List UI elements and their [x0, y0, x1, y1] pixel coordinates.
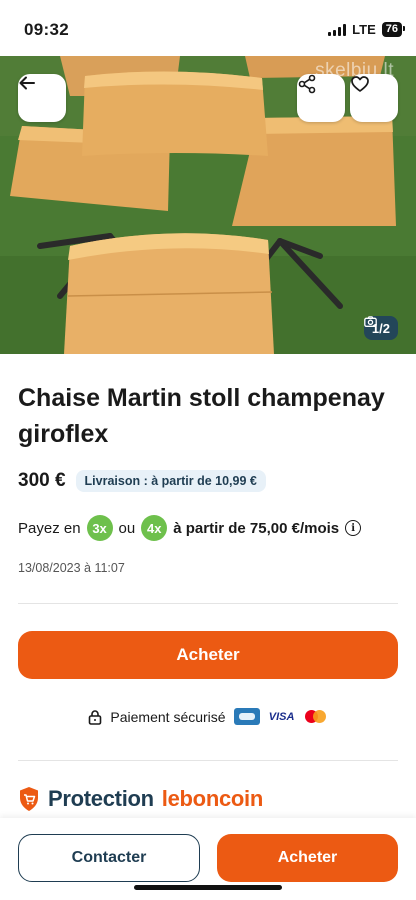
installments-conjunction: ou: [118, 519, 136, 537]
cb-card-icon: [233, 708, 260, 725]
share-icon: [298, 74, 316, 94]
status-indicators: LTE 76: [328, 22, 406, 37]
listing-title: Chaise Martin stoll champenay giroflex: [18, 384, 385, 448]
share-button[interactable]: [297, 74, 345, 122]
buy-button[interactable]: Acheter: [18, 631, 398, 679]
installments-row[interactable]: Payez en 3x ou 4x à partir de 75,00 €/mo…: [18, 515, 362, 541]
home-indicator[interactable]: [134, 885, 282, 890]
visa-logo: VISA: [268, 710, 295, 723]
installment-3x-badge: 3x: [86, 515, 113, 541]
protection-label: Protection: [48, 786, 154, 811]
mastercard-icon: [304, 709, 328, 725]
signal-icon: [328, 23, 347, 36]
status-bar: 09:32 LTE 76: [0, 0, 416, 56]
info-icon[interactable]: i: [345, 520, 362, 536]
shield-cart-icon: [20, 787, 38, 811]
network-label: LTE: [352, 22, 376, 37]
camera-icon: [364, 316, 377, 327]
price: 300 €: [18, 470, 66, 491]
secure-payment-row: Paiement sécurisé VISA: [0, 708, 416, 725]
back-button[interactable]: [18, 74, 66, 122]
divider: [18, 603, 398, 604]
divider: [18, 760, 398, 761]
installment-4x-badge: 4x: [141, 515, 168, 541]
secure-payment-label: Paiement sécurisé: [110, 708, 226, 725]
lock-icon: [89, 709, 102, 725]
installments-prefix: Payez en: [18, 519, 81, 537]
favorite-button[interactable]: [350, 74, 398, 122]
battery-icon: 76: [381, 22, 406, 37]
bottom-action-bar: Contacter Acheter: [0, 818, 416, 900]
protection-banner: Protection leboncoin: [18, 786, 263, 812]
heart-icon: [351, 76, 369, 92]
shipping-badge: Livraison : à partir de 10,99 €: [75, 470, 266, 492]
installments-condition: à partir de 75,00 €/mois: [173, 519, 340, 537]
protection-brand: leboncoin: [161, 786, 264, 811]
price-row: 300 € Livraison : à partir de 10,99 €: [18, 470, 266, 492]
buy-button-bottom[interactable]: Acheter: [217, 834, 398, 882]
photo-counter: 1/2: [363, 316, 398, 340]
contact-button[interactable]: Contacter: [18, 834, 200, 882]
listing-date: 13/08/2023 à 11:07: [18, 561, 125, 575]
arrow-left-icon: [19, 76, 35, 90]
listing-photo[interactable]: skelbiu.lt 1/2: [0, 56, 416, 354]
status-time: 09:32: [24, 20, 69, 39]
